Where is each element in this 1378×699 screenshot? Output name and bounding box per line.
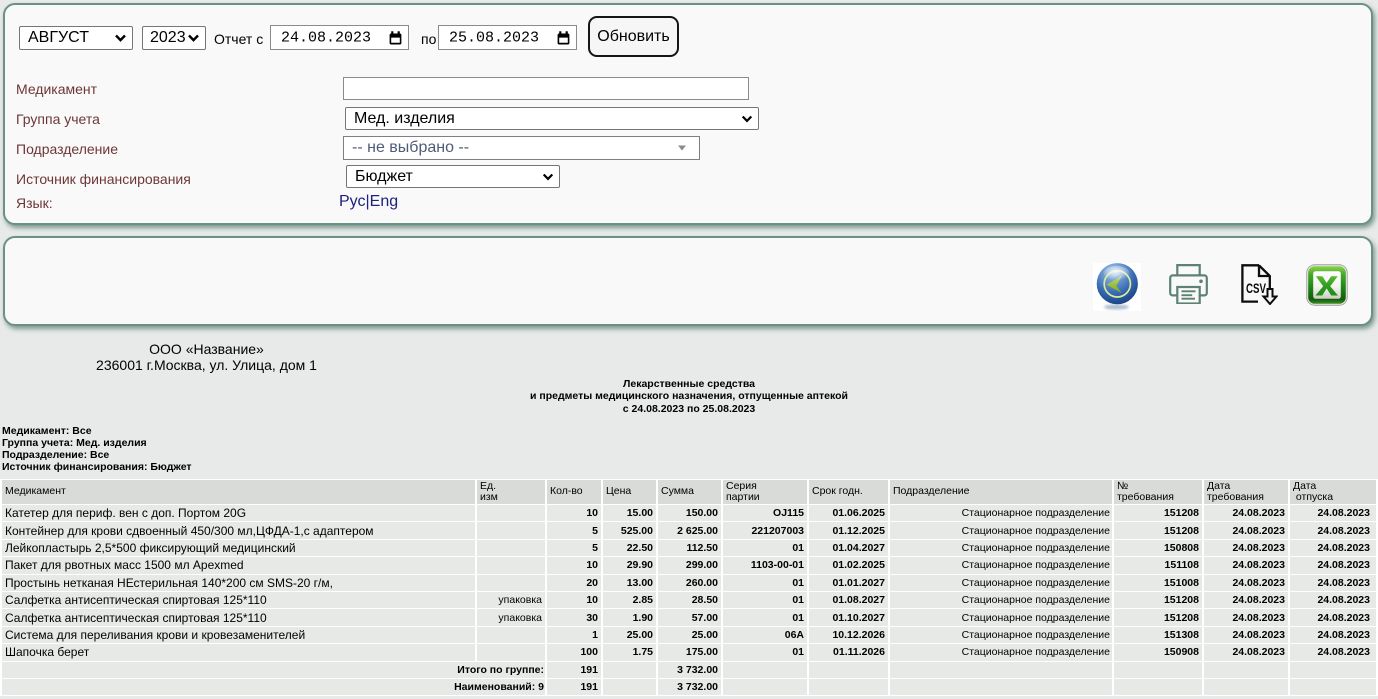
svg-text:CSV: CSV xyxy=(1246,281,1266,296)
